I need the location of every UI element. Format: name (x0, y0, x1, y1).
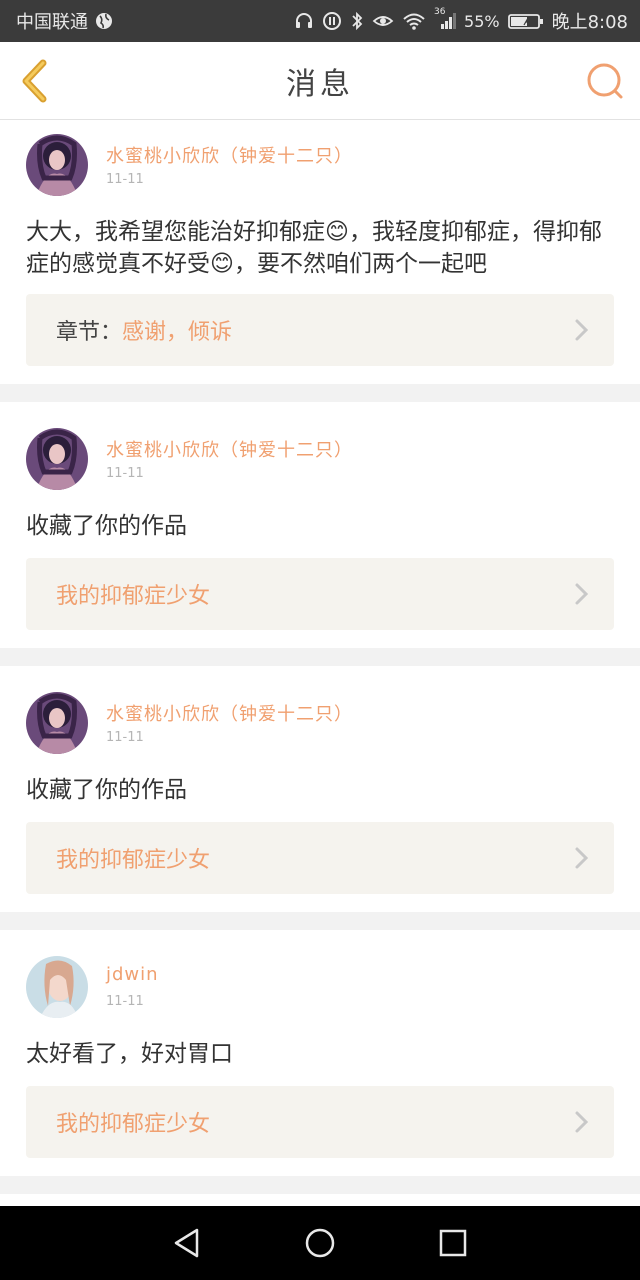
search-button[interactable] (584, 60, 626, 102)
avatar[interactable] (26, 134, 88, 196)
work-link[interactable]: 我的抑郁症少女 (26, 822, 614, 894)
message-text: 收藏了你的作品 (26, 513, 187, 539)
link-text: 我的抑郁症少女 (56, 584, 211, 609)
timestamp: 11-11 (106, 466, 144, 481)
nav-back-button[interactable] (167, 1223, 207, 1263)
message-text: 大大，我希望您能治好抑郁症😊，我轻度抑郁症，得抑郁症的感觉真不好受😊，要不然咱们… (26, 219, 602, 277)
work-link[interactable]: 我的抑郁症少女 (26, 558, 614, 630)
chevron-right-icon (575, 583, 589, 605)
username[interactable]: 水蜜桃小欣欣（钟爱十二只） (106, 700, 353, 726)
username[interactable]: 水蜜桃小欣欣（钟爱十二只） (106, 142, 353, 168)
eye-icon (372, 11, 394, 31)
header-bar: 消息 (0, 42, 640, 120)
back-button[interactable] (14, 58, 54, 104)
back-arrow-icon (22, 59, 47, 103)
search-icon (587, 63, 623, 99)
nav-home-button[interactable] (300, 1223, 340, 1263)
chapter-link[interactable]: 章节： 感谢，倾诉 (26, 294, 614, 366)
username[interactable]: jdwin (106, 964, 159, 985)
avatar[interactable] (26, 428, 88, 490)
message-card[interactable] (0, 1194, 640, 1206)
nav-recents-button[interactable] (433, 1223, 473, 1263)
message-card[interactable]: 水蜜桃小欣欣（钟爱十二只） 11-11 收藏了你的作品 我的抑郁症少女 (0, 402, 640, 648)
link-text: 我的抑郁症少女 (56, 1112, 211, 1137)
wifi-icon (402, 11, 426, 31)
message-text: 太好看了，好对胃口 (26, 1041, 233, 1067)
work-link[interactable]: 我的抑郁症少女 (26, 1086, 614, 1158)
status-bar: 中国联通 36 55% 晚上8:08 (0, 0, 640, 42)
timestamp: 11-11 (106, 730, 144, 745)
link-text: 我的抑郁症少女 (56, 848, 211, 873)
message-card[interactable]: jdwin 11-11 太好看了，好对胃口 我的抑郁症少女 (0, 930, 640, 1176)
timestamp: 11-11 (106, 172, 144, 187)
link-text: 感谢，倾诉 (122, 320, 233, 345)
link-prefix: 章节： (56, 320, 123, 345)
headphones-icon (294, 11, 314, 31)
battery-percent: 55% (464, 11, 500, 31)
avatar[interactable] (26, 692, 88, 754)
message-text: 收藏了你的作品 (26, 777, 187, 803)
avatar[interactable] (26, 956, 88, 1018)
circle-home-icon (305, 1228, 335, 1258)
page-title: 消息 (286, 66, 354, 102)
signal-icon: 36 (434, 7, 457, 31)
message-card[interactable]: 水蜜桃小欣欣（钟爱十二只） 11-11 收藏了你的作品 我的抑郁症少女 (0, 666, 640, 912)
message-card[interactable]: 水蜜桃小欣欣（钟爱十二只） 11-11 大大，我希望您能治好抑郁症😊，我轻度抑郁… (0, 120, 640, 384)
triangle-back-icon (174, 1228, 198, 1258)
timestamp: 11-11 (106, 994, 144, 1009)
carrier-label: 中国联通 (16, 12, 88, 33)
clock: 晚上8:08 (551, 12, 628, 33)
square-recents-icon (440, 1229, 467, 1257)
chevron-right-icon (575, 319, 589, 341)
chevron-right-icon (575, 1111, 589, 1133)
hd-call-icon (322, 11, 342, 31)
bluetooth-icon (350, 11, 364, 31)
globe-icon (94, 11, 114, 31)
chevron-right-icon (575, 847, 589, 869)
system-nav-bar (0, 1206, 640, 1280)
battery-icon (507, 11, 544, 31)
username[interactable]: 水蜜桃小欣欣（钟爱十二只） (106, 436, 353, 462)
